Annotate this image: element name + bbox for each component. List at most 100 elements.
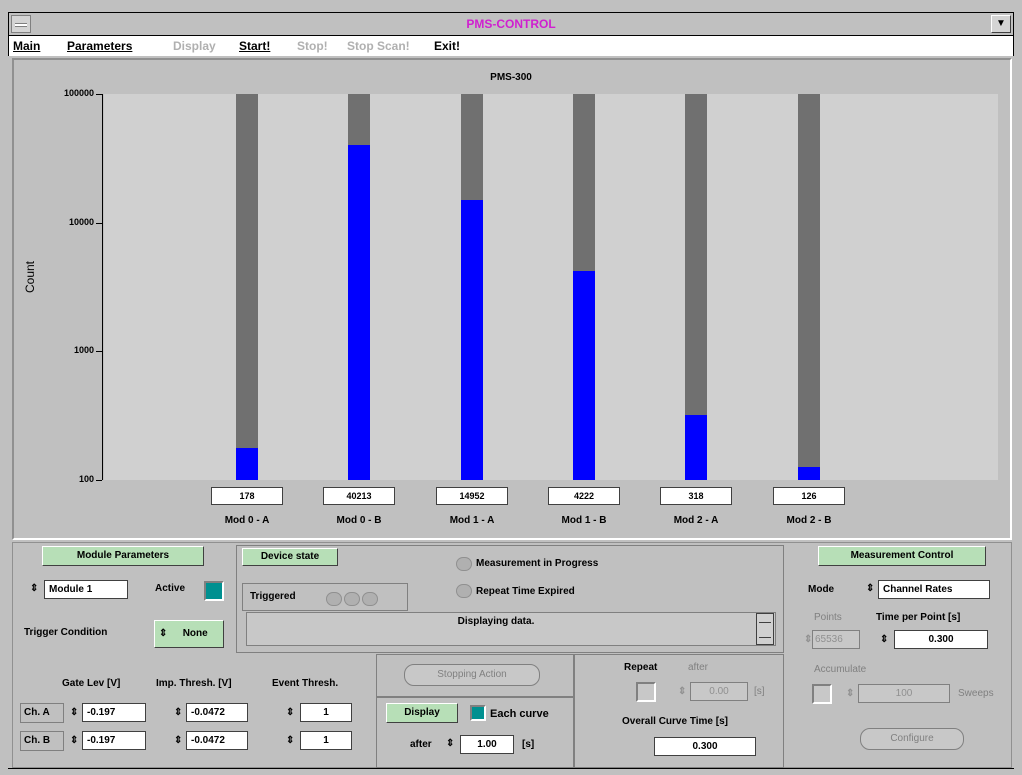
- window-title: PMS-CONTROL: [466, 17, 556, 31]
- y-tick-mark: [96, 222, 102, 224]
- ch-a-gate-field[interactable]: -0.197: [82, 703, 146, 722]
- points-label: Points: [814, 612, 842, 623]
- display-after-field[interactable]: 1.00: [460, 735, 514, 754]
- y-tick-label: 1000: [73, 345, 94, 356]
- repeat-expired-led: [456, 584, 472, 598]
- chart-title: PMS-300: [490, 72, 532, 83]
- menu-exit[interactable]: Exit!: [434, 39, 460, 53]
- measurement-control-header[interactable]: Measurement Control: [818, 546, 986, 566]
- repeat-time-expired-label: Repeat Time Expired: [476, 586, 575, 597]
- y-axis-label: Count: [23, 260, 38, 294]
- trigger-led-1: [326, 592, 342, 606]
- display-after-unit: [s]: [522, 739, 535, 750]
- time-per-point-spin-icon[interactable]: ⇕: [880, 634, 888, 645]
- x-tick-label: Mod 0 - B: [336, 515, 382, 526]
- repeat-checkbox[interactable]: [636, 682, 656, 702]
- device-state-header[interactable]: Device state: [242, 548, 338, 566]
- trigger-condition-label: Trigger Condition: [24, 627, 108, 638]
- x-tick-label: Mod 1 - A: [449, 515, 495, 526]
- imp-thresh-header: Imp. Thresh. [V]: [156, 678, 232, 689]
- stopping-action-button[interactable]: Stopping Action: [404, 664, 540, 686]
- bar-value-label: 40213: [323, 487, 395, 505]
- time-per-point-field[interactable]: 0.300: [894, 630, 988, 649]
- action-divider: [376, 696, 574, 698]
- bar-background: [798, 94, 820, 480]
- ch-a-event-spin-icon[interactable]: ⇕: [286, 707, 294, 718]
- status-text: Displaying data.: [457, 616, 535, 627]
- active-label: Active: [155, 583, 186, 594]
- ch-a-gate-spin-icon[interactable]: ⇕: [70, 707, 78, 718]
- trigger-condition-select[interactable]: ⇕ None: [154, 620, 224, 648]
- accumulate-spin-icon[interactable]: ⇕: [846, 688, 854, 699]
- repeat-after-field[interactable]: 0.00: [690, 682, 748, 701]
- ch-a-event-field[interactable]: 1: [300, 703, 352, 722]
- menu-stop[interactable]: Stop!: [297, 39, 328, 53]
- module-select[interactable]: Module 1: [44, 580, 128, 599]
- measurement-led: [456, 557, 472, 571]
- ch-b-label: Ch. B: [24, 735, 51, 746]
- ch-b-event-spin-icon[interactable]: ⇕: [286, 735, 294, 746]
- display-after-label: after: [410, 739, 432, 750]
- y-tick-mark: [96, 94, 102, 95]
- bar: [461, 200, 483, 480]
- module-spin-icon[interactable]: ⇕: [30, 583, 38, 594]
- bar-value-label: 318: [660, 487, 732, 505]
- ch-a-imp-field[interactable]: -0.0472: [186, 703, 248, 722]
- bar-value-label: 14952: [436, 487, 508, 505]
- y-tick-mark: [96, 480, 102, 481]
- trigger-led-2: [344, 592, 360, 606]
- y-tick-label: 100000: [63, 88, 94, 98]
- module-parameters-header[interactable]: Module Parameters: [42, 546, 204, 566]
- mode-spin-icon[interactable]: ⇕: [866, 583, 874, 594]
- triangle-down-icon[interactable]: ▼: [991, 15, 1011, 33]
- display-after-spin-icon[interactable]: ⇕: [446, 738, 454, 749]
- y-axis-line: [102, 94, 103, 480]
- triggered-label: Triggered: [250, 591, 296, 602]
- repeat-label: Repeat: [624, 662, 658, 673]
- menu-parameters[interactable]: Parameters: [67, 39, 132, 53]
- bar-value-label: 178: [211, 487, 283, 505]
- ch-b-imp-field[interactable]: -0.0472: [186, 731, 248, 750]
- y-tick-mark: [96, 351, 102, 353]
- menu-start[interactable]: Start!: [239, 39, 270, 53]
- display-button[interactable]: Display: [386, 703, 458, 723]
- ch-b-gate-field[interactable]: -0.197: [82, 731, 146, 750]
- accumulate-label: Accumulate: [814, 664, 867, 675]
- bar: [348, 144, 370, 480]
- active-checkbox[interactable]: [204, 581, 224, 601]
- menu-display[interactable]: Display: [173, 39, 216, 53]
- configure-button[interactable]: Configure: [860, 728, 964, 750]
- ch-b-event-field[interactable]: 1: [300, 731, 352, 750]
- repeat-after-label: after: [688, 662, 709, 673]
- scroll-thumb[interactable]: [759, 622, 771, 638]
- bar: [685, 415, 707, 480]
- menu-main[interactable]: Main: [13, 39, 40, 53]
- x-tick-label: Mod 1 - B: [561, 515, 607, 526]
- status-scrollbar[interactable]: [756, 613, 774, 645]
- bar: [798, 467, 820, 480]
- menu-stop-scan[interactable]: Stop Scan!: [347, 39, 410, 53]
- bar: [573, 270, 595, 480]
- bar-value-label: 126: [773, 487, 845, 505]
- each-curve-checkbox[interactable]: [470, 705, 486, 721]
- overall-curve-time-label: Overall Curve Time [s]: [622, 716, 728, 727]
- x-tick-label: Mod 2 - B: [786, 515, 832, 526]
- mode-select[interactable]: Channel Rates: [878, 580, 990, 599]
- ch-a-imp-spin-icon[interactable]: ⇕: [174, 707, 182, 718]
- accumulate-checkbox[interactable]: [812, 684, 832, 704]
- ch-b-imp-spin-icon[interactable]: ⇕: [174, 735, 182, 746]
- time-per-point-label: Time per Point [s]: [876, 612, 961, 623]
- x-tick-label: Mod 0 - A: [224, 515, 270, 526]
- sweeps-label: Sweeps: [958, 688, 994, 699]
- title-bar: PMS-CONTROL ▼: [8, 12, 1014, 36]
- ch-b-gate-spin-icon[interactable]: ⇕: [70, 735, 78, 746]
- trigger-condition-value: None: [182, 628, 208, 639]
- event-thresh-header: Event Thresh.: [272, 678, 339, 689]
- bar: [236, 447, 258, 480]
- accumulate-field[interactable]: 100: [858, 684, 950, 703]
- points-field[interactable]: 65536: [812, 630, 860, 649]
- bar-background: [236, 94, 258, 480]
- repeat-spin-icon[interactable]: ⇕: [678, 686, 686, 697]
- repeat-unit: [s]: [754, 686, 765, 697]
- y-tick-label: 100: [78, 474, 94, 484]
